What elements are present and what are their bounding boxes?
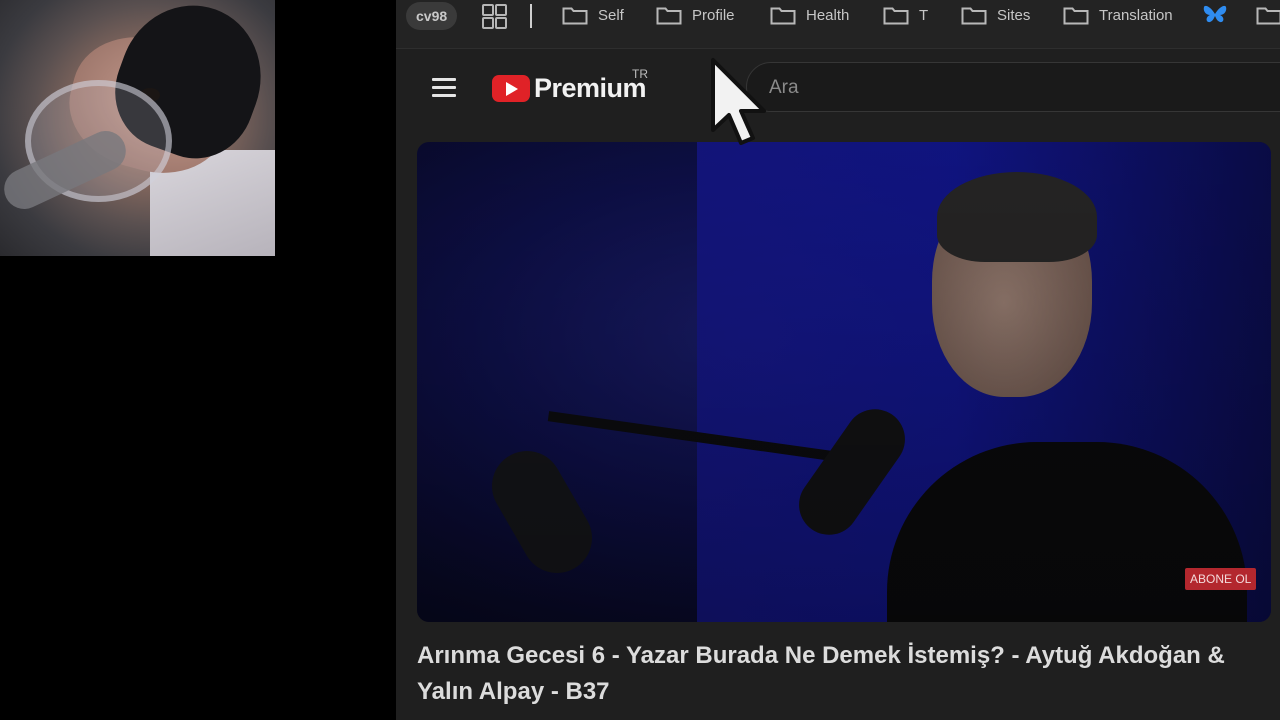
- bookmark-folder-translation[interactable]: Translation: [1063, 0, 1173, 30]
- browser-window: cv98 Self Profile Health T Sites Transla…: [396, 0, 1280, 720]
- bookmark-folder-health[interactable]: Health: [770, 0, 849, 30]
- bookmark-label: Self: [598, 6, 624, 24]
- country-code: TR: [632, 67, 648, 81]
- youtube-premium-logo[interactable]: Premium TR: [492, 67, 648, 104]
- bookmarks-bar: cv98 Self Profile Health T Sites Transla…: [396, 0, 1280, 49]
- folder-icon: [770, 6, 796, 25]
- butterfly-icon[interactable]: [1202, 4, 1228, 26]
- folder-icon: [883, 6, 909, 25]
- bookmark-folder-more[interactable]: [1256, 0, 1280, 30]
- youtube-play-icon: [492, 75, 530, 102]
- search-box[interactable]: [746, 62, 1280, 112]
- folder-icon: [1256, 6, 1280, 25]
- apps-grid-icon[interactable]: [482, 4, 507, 29]
- bookmarks-divider: [530, 4, 532, 28]
- video-title[interactable]: Arınma Gecesi 6 - Yazar Burada Ne Demek …: [417, 638, 1277, 710]
- hamburger-menu-icon[interactable]: [432, 78, 456, 98]
- folder-icon: [562, 6, 588, 25]
- webcam-overlay: [0, 0, 275, 256]
- bookmark-folder-self[interactable]: Self: [562, 0, 624, 30]
- mouse-cursor-icon: [708, 55, 778, 150]
- folder-icon: [961, 6, 987, 25]
- bookmark-folder-t[interactable]: T: [883, 0, 928, 30]
- bookmark-label: Health: [806, 6, 850, 24]
- profile-chip[interactable]: cv98: [406, 2, 458, 30]
- folder-icon: [1063, 6, 1089, 25]
- bookmark-label: T: [919, 6, 929, 24]
- bookmark-label: Translation: [1099, 6, 1173, 24]
- video-player[interactable]: ABONE OL: [417, 142, 1271, 622]
- logo-text: Premium: [534, 73, 647, 103]
- youtube-header: Premium TR: [396, 49, 1280, 129]
- video-shade: [417, 142, 1271, 622]
- bookmark-label: Profile: [692, 6, 735, 24]
- subscribe-badge[interactable]: ABONE OL: [1185, 568, 1257, 590]
- bookmark-folder-sites[interactable]: Sites: [961, 0, 1030, 30]
- folder-icon: [656, 6, 682, 25]
- bookmark-label: Sites: [997, 6, 1031, 24]
- bookmark-folder-profile[interactable]: Profile: [656, 0, 735, 30]
- search-input[interactable]: [767, 76, 1271, 100]
